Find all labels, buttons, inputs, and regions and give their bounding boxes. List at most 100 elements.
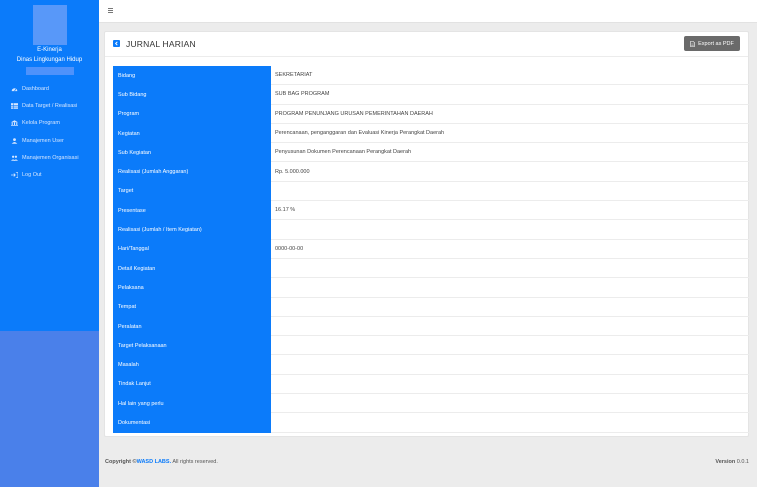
row-label: Kegiatan xyxy=(113,123,271,144)
sidebar-item-dashboard[interactable]: Dashboard xyxy=(0,80,99,97)
row-value: Penyusunan Dokumen Perencanaan Perangkat… xyxy=(271,143,749,163)
row-value xyxy=(271,298,749,317)
sidebar: E-Kinerja Dinas Lingkungan Hidup Dashboa… xyxy=(0,0,99,487)
sidebar-item-label: Data Target / Realisasi xyxy=(22,102,78,109)
row-value xyxy=(271,278,749,298)
sidebar-item-label: Log Out xyxy=(22,172,42,179)
version-number: 0.0.1 xyxy=(735,459,749,465)
row-value: Perencanaan, penganggaran dan Evaluasi K… xyxy=(271,124,749,144)
building-icon xyxy=(11,120,18,127)
table-row: Hal lain yang perlu xyxy=(113,394,749,414)
table-row: Realisasi (Jumlah / Item Kegiatan) xyxy=(113,220,749,240)
row-label: Target xyxy=(113,181,271,202)
row-label: Dokumentasi xyxy=(113,413,271,433)
company-link[interactable]: WASD LABS. xyxy=(137,459,172,465)
row-value xyxy=(271,394,749,414)
table-icon xyxy=(11,103,18,109)
users-icon xyxy=(11,155,18,161)
table-row: Bidang SEKRETARIAT xyxy=(113,66,749,86)
row-value xyxy=(271,336,749,356)
version-label: Version xyxy=(715,459,736,465)
journal-table: Bidang SEKRETARIAT Sub Bidang SUB BAG PROG… xyxy=(113,66,749,433)
table-row: Detail Kegiatan xyxy=(113,258,749,279)
user-badge xyxy=(26,67,74,75)
row-value xyxy=(271,355,749,375)
sidebar-menu: Dashboard Data Target / Realisasi Kelola… xyxy=(0,80,99,184)
org-name: Dinas Lingkungan Hidup xyxy=(16,57,83,63)
table-row: Sub Bidang SUB BAG PROGRAM xyxy=(113,85,749,105)
card-header: JURNAL HARIAN Export as PDF xyxy=(105,32,748,57)
row-value: SEKRETARIAT xyxy=(271,66,749,86)
row-label: Detail Kegiatan xyxy=(113,258,271,279)
row-label: Tempat xyxy=(113,297,271,317)
row-label: Tindak Lanjut xyxy=(113,374,271,395)
row-label: Realisasi (Jumlah / Item Kegiatan) xyxy=(113,220,271,240)
sidebar-item-manajemen-organisasi[interactable]: Manajemen Organisasi xyxy=(0,149,99,166)
table-row: Presentase 16.17 % xyxy=(113,201,749,221)
table-row: Masalah xyxy=(113,355,749,375)
footer-copyright: Copyright ©WASD LABS. All rights reserve… xyxy=(105,459,218,465)
table-row: Target xyxy=(113,181,749,202)
sidebar-item-label: Kelola Program xyxy=(22,120,60,127)
row-label: Pelaksana xyxy=(113,278,271,298)
row-value: SUB BAG PROGRAM xyxy=(271,85,749,105)
table-row: Peralatan xyxy=(113,316,749,337)
footer-version: Version 0.0.1 xyxy=(715,459,749,465)
dashboard-icon xyxy=(11,86,18,92)
row-label: Bidang xyxy=(113,66,271,86)
sidebar-panel: E-Kinerja Dinas Lingkungan Hidup Dashboa… xyxy=(0,0,99,331)
row-label: Masalah xyxy=(113,355,271,375)
avatar xyxy=(33,5,67,45)
table-row: Hari/Tanggal 0000-00-00 xyxy=(113,239,749,259)
sidebar-item-label: Dashboard xyxy=(22,85,49,92)
row-label: Sub Bidang xyxy=(113,85,271,105)
table-row: Realisasi (Jumlah Anggaran) Rp. 5.000.000 xyxy=(113,162,749,182)
page-title: JURNAL HARIAN xyxy=(126,39,196,49)
row-value xyxy=(271,375,749,395)
table-row: Tindak Lanjut xyxy=(113,374,749,395)
journal-card: JURNAL HARIAN Export as PDF Bidang SEKRET… xyxy=(104,31,749,437)
copyright-prefix: Copyright © xyxy=(105,459,137,465)
back-button[interactable] xyxy=(113,40,120,47)
table-row: Program PROGRAM PENUNJANG URUSAN PEMERINT… xyxy=(113,104,749,124)
sidebar-item-label: Manajemen User xyxy=(22,137,64,144)
table-row: Dokumentasi xyxy=(113,413,749,433)
table-row: Pelaksana xyxy=(113,278,749,298)
hamburger-icon[interactable] xyxy=(108,8,113,13)
row-value xyxy=(271,259,749,279)
row-value: PROGRAM PENUNJANG URUSAN PEMERINTAHAN DA… xyxy=(271,105,749,124)
row-value xyxy=(271,220,749,240)
sidebar-item-label: Manajemen Organisasi xyxy=(22,154,79,161)
topbar xyxy=(99,0,757,23)
user-icon xyxy=(11,137,18,144)
chevron-left-icon xyxy=(114,41,118,46)
row-label: Hal lain yang perlu xyxy=(113,394,271,414)
row-value: 0000-00-00 xyxy=(271,240,749,259)
row-label: Realisasi (Jumlah Anggaran) xyxy=(113,162,271,182)
sidebar-item-kelola-program[interactable]: Kelola Program xyxy=(0,115,99,132)
app-name: E-Kinerja xyxy=(37,47,62,53)
row-label: Peralatan xyxy=(113,316,271,337)
export-pdf-button[interactable]: Export as PDF xyxy=(684,36,740,51)
row-label: Sub Kegiatan xyxy=(113,143,271,163)
sidebar-item-data-target[interactable]: Data Target / Realisasi xyxy=(0,97,99,114)
row-label: Target Pelaksanaan xyxy=(113,336,271,356)
row-label: Presentase xyxy=(113,201,271,221)
table-row: Kegiatan Perencanaan, penganggaran dan Ev… xyxy=(113,123,749,144)
row-value: Rp. 5.000.000 xyxy=(271,162,749,182)
file-pdf-icon xyxy=(690,40,695,47)
row-label: Program xyxy=(113,104,271,124)
table-row: Sub Kegiatan Penyusunan Dokumen Perencana… xyxy=(113,143,749,163)
export-pdf-label: Export as PDF xyxy=(698,40,734,47)
row-value xyxy=(271,413,749,433)
row-value xyxy=(271,182,749,202)
table-row: Tempat xyxy=(113,297,749,317)
sidebar-item-manajemen-user[interactable]: Manajemen User xyxy=(0,132,99,149)
logout-icon xyxy=(11,172,18,179)
row-value: 16.17 % xyxy=(271,201,749,221)
row-value xyxy=(271,317,749,337)
row-label: Hari/Tanggal xyxy=(113,239,271,259)
sidebar-item-logout[interactable]: Log Out xyxy=(0,166,99,183)
rights-text: All rights reserved. xyxy=(171,459,218,465)
table-row: Target Pelaksanaan xyxy=(113,336,749,356)
